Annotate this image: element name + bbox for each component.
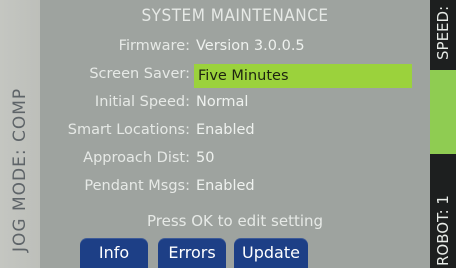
pendant-screen: JOG MODE: COMP SPEED: 50% ROBOT: 1 SYSTE… — [0, 0, 456, 268]
setting-row-smart-locations[interactable]: Smart Locations: Enabled — [40, 120, 430, 144]
setting-row-approach-dist[interactable]: Approach Dist: 50 — [40, 148, 430, 172]
speed-label: SPEED: 50% — [434, 0, 452, 60]
setting-value[interactable]: Enabled — [196, 122, 255, 138]
setting-row-pendant-msgs[interactable]: Pendant Msgs: Enabled — [40, 176, 430, 200]
robot-label: ROBOT: 1 — [434, 195, 452, 266]
jog-mode-label: JOG MODE: COMP — [10, 87, 30, 252]
setting-value[interactable]: 50 — [196, 150, 214, 166]
setting-label: Initial Speed: — [94, 94, 190, 110]
update-button[interactable]: Update — [234, 238, 308, 268]
left-status-bar: JOG MODE: COMP — [0, 0, 40, 268]
setting-label: Approach Dist: — [83, 150, 190, 166]
setting-row-initial-speed[interactable]: Initial Speed: Normal — [40, 92, 430, 116]
setting-value: Version 3.0.0.5 — [196, 38, 305, 54]
setting-label: Pendant Msgs: — [84, 178, 190, 194]
setting-value[interactable]: Enabled — [196, 178, 255, 194]
setting-value[interactable]: Normal — [196, 94, 248, 110]
setting-row-firmware: Firmware: Version 3.0.0.5 — [40, 36, 430, 60]
errors-button[interactable]: Errors — [158, 238, 226, 268]
setting-value-selected[interactable]: Five Minutes — [194, 64, 412, 88]
setting-label: Screen Saver: — [89, 66, 190, 82]
speed-indicator — [430, 70, 456, 154]
setting-label: Firmware: — [118, 38, 190, 54]
page-title: SYSTEM MAINTENANCE — [141, 6, 329, 26]
setting-row-screen-saver[interactable]: Screen Saver: Five Minutes — [40, 64, 430, 88]
hint-text: Press OK to edit setting — [146, 212, 324, 230]
info-button[interactable]: Info — [80, 238, 148, 268]
setting-label: Smart Locations: — [67, 122, 190, 138]
